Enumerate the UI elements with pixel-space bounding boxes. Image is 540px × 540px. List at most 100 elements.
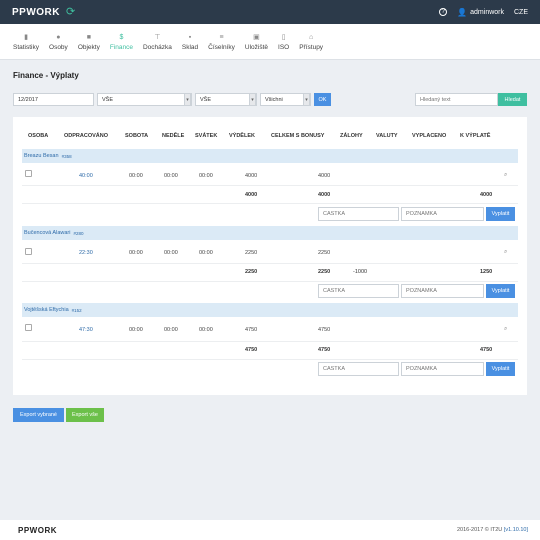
col-osoba[interactable]: OSOBA xyxy=(28,133,48,139)
copyright: 2016-2017 © IT2U [v1.10.10] xyxy=(457,527,528,533)
col-nedele[interactable]: NEDĚLE xyxy=(162,133,184,139)
sum-to-pay: 4750 xyxy=(480,347,493,353)
top-bar-right: ? 👤 adminwork CZE xyxy=(439,8,528,17)
pin-icon: ⊤ xyxy=(154,33,161,41)
export-all-button[interactable]: Export vše xyxy=(66,408,104,422)
table-row: 22:30 00:00 00:00 00:00 2250 2250 ⌕ xyxy=(22,248,518,260)
nav-item-ciselniky[interactable]: ≡ Číselníky xyxy=(203,24,240,60)
search-box: Hledat xyxy=(415,93,527,106)
worked-hours-link[interactable]: 22:30 xyxy=(79,250,93,256)
nav-label: Statistiky xyxy=(13,43,40,51)
worked-hours-link[interactable]: 40:00 xyxy=(79,173,93,179)
col-valuty[interactable]: VALUTY xyxy=(376,133,398,139)
filter-select-3-value: Všichni xyxy=(265,96,283,103)
nav-item-osoby[interactable]: ● Osoby xyxy=(44,24,73,60)
table-row: 40:00 00:00 00:00 00:00 4000 4000 ⌕ xyxy=(22,170,518,182)
user-name[interactable]: adminwork xyxy=(470,9,504,16)
chevron-down-icon: ▾ xyxy=(184,93,191,106)
nav-item-pristupy[interactable]: ⌂ Přístupy xyxy=(294,24,328,60)
pay-button[interactable]: Vyplatit xyxy=(486,362,515,376)
col-svatek[interactable]: SVÁTEK xyxy=(195,133,217,139)
nav-label: ISO xyxy=(278,43,290,51)
ok-button[interactable]: OK xyxy=(314,93,331,106)
worked-hours-link[interactable]: 47:30 xyxy=(79,327,93,333)
amount-input[interactable] xyxy=(318,362,399,376)
filter-bar: 12/2017 VŠE ▾ VŠE ▾ Všichni ▾ OK xyxy=(13,93,331,106)
nav-label: Číselníky xyxy=(208,43,235,51)
footer-brand: PPWORK xyxy=(18,525,57,535)
payroll-card: OSOBA ODPRACOVÁNO SOBOTA NEDĚLE SVÁTEK V… xyxy=(13,117,527,395)
nav-label: Sklad xyxy=(181,43,199,51)
col-vydelek[interactable]: VÝDĚLEK xyxy=(229,133,255,139)
version-link[interactable]: [v1.10.10] xyxy=(504,527,528,533)
page-title: Finance - Výplaty xyxy=(13,71,79,80)
help-icon[interactable]: ? xyxy=(439,8,448,16)
nav-item-finance[interactable]: $ Finance xyxy=(105,24,138,60)
sum-to-pay: 4000 xyxy=(480,192,493,198)
chart-icon: ▮ xyxy=(24,33,28,41)
sum-earnings: 4000 xyxy=(245,192,258,198)
payment-form: Vyplatit xyxy=(318,362,515,376)
saturday-hours: 00:00 xyxy=(129,250,143,256)
sync-icon[interactable]: ⟳ xyxy=(66,6,75,18)
person-name[interactable]: Vojtěšská Eftychia xyxy=(24,307,69,313)
col-sobota[interactable]: SOBOTA xyxy=(125,133,148,139)
payment-form: Vyplatit xyxy=(318,284,515,298)
chevron-down-icon: ▾ xyxy=(249,93,256,106)
user-icon: ● xyxy=(56,33,61,41)
amount-input[interactable] xyxy=(318,207,399,221)
search-icon[interactable]: ⌕ xyxy=(504,326,507,333)
filter-select-1-value: VŠE xyxy=(102,96,114,103)
search-icon[interactable]: ⌕ xyxy=(504,249,507,256)
note-input[interactable] xyxy=(401,207,484,221)
briefcase-icon: ■ xyxy=(86,33,91,41)
divider xyxy=(22,185,518,186)
person-group-header[interactable]: Breazu Besan #358 xyxy=(22,149,518,163)
col-zalohy[interactable]: ZÁLOHY xyxy=(340,133,363,139)
sum-earnings: 2250 xyxy=(245,269,258,275)
nav-label: Finance xyxy=(109,43,133,51)
save-icon: ▣ xyxy=(253,33,260,41)
export-selected-button[interactable]: Export vybrané xyxy=(13,408,64,422)
search-icon[interactable]: ⌕ xyxy=(504,172,507,179)
nav-item-sklad[interactable]: ▪ Sklad xyxy=(177,24,203,60)
note-input[interactable] xyxy=(401,284,484,298)
person-name[interactable]: Breazu Besan xyxy=(24,153,59,159)
nav-item-uloziste[interactable]: ▣ Uložiště xyxy=(240,24,273,60)
pay-button[interactable]: Vyplatit xyxy=(486,207,515,221)
note-input[interactable] xyxy=(401,362,484,376)
filter-select-1[interactable]: VŠE ▾ xyxy=(97,93,192,106)
table-row: 47:30 00:00 00:00 00:00 4750 4750 ⌕ xyxy=(22,324,518,336)
divider xyxy=(22,341,518,342)
search-input[interactable] xyxy=(415,93,498,106)
language-switch[interactable]: CZE xyxy=(514,9,528,16)
amount-input[interactable] xyxy=(318,284,399,298)
nav-item-statistiky[interactable]: ▮ Statistiky xyxy=(8,24,44,60)
app-brand[interactable]: PPWORK xyxy=(12,7,60,18)
nav-item-dochazka[interactable]: ⊤ Docházka xyxy=(138,24,177,60)
document-icon: ▯ xyxy=(281,33,286,41)
col-vyplaceno[interactable]: VYPLACENO xyxy=(412,133,446,139)
box-icon: ▪ xyxy=(188,33,192,41)
holiday-hours: 00:00 xyxy=(199,327,213,333)
col-celkem[interactable]: CELKEM S BONUSY xyxy=(271,133,324,139)
col-odpracovano[interactable]: ODPRACOVÁNO xyxy=(64,133,108,139)
col-k-vyplate[interactable]: K VÝPLATĚ xyxy=(460,133,490,139)
search-button[interactable]: Hledat xyxy=(498,93,527,106)
sum-total: 2250 xyxy=(318,269,331,275)
nav-item-iso[interactable]: ▯ ISO xyxy=(273,24,294,60)
person-group-header[interactable]: Bučencová Alawari #280 xyxy=(22,226,518,240)
holiday-hours: 00:00 xyxy=(199,173,213,179)
filter-select-3[interactable]: Všichni ▾ xyxy=(260,93,311,106)
person-group-header[interactable]: Vojtěšská Eftychia #152 xyxy=(22,303,518,317)
holiday-hours: 00:00 xyxy=(199,250,213,256)
sum-row: 2250 2250 -1000 1250 xyxy=(22,269,518,278)
row-checkbox[interactable] xyxy=(25,170,32,177)
nav-item-objekty[interactable]: ■ Objekty xyxy=(73,24,105,60)
person-name[interactable]: Bučencová Alawari xyxy=(24,230,70,236)
pay-button[interactable]: Vyplatit xyxy=(486,284,515,298)
period-input[interactable]: 12/2017 xyxy=(13,93,94,106)
row-checkbox[interactable] xyxy=(25,324,32,331)
row-checkbox[interactable] xyxy=(25,248,32,255)
filter-select-2[interactable]: VŠE ▾ xyxy=(195,93,257,106)
